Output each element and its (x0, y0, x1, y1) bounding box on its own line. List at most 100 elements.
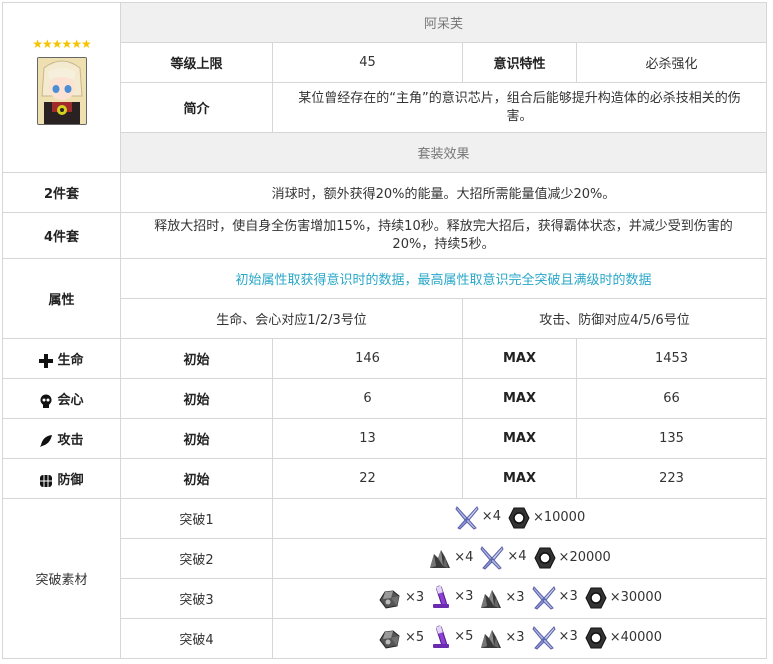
material-quantity: ×4 (454, 550, 474, 565)
init-value: 22 (272, 458, 463, 499)
plus-icon (39, 353, 54, 368)
material-quantity: ×5 (454, 629, 474, 644)
material-quantity: ×40000 (609, 630, 662, 645)
material-item: ×4 (428, 546, 473, 570)
max-value: 135 (575, 418, 768, 459)
material-quantity: ×20000 (558, 550, 611, 565)
level-cap-label: 等级上限 (120, 42, 273, 83)
init-label: 初始 (120, 458, 273, 499)
hex-nut-icon (584, 626, 608, 650)
gear-cluster-icon (377, 586, 403, 610)
attr-row-crit: 会心 初始 6 MAX 66 (2, 378, 768, 419)
attr-name: 会心 (57, 393, 84, 408)
max-label: MAX (462, 378, 577, 419)
attr-name: 防御 (57, 473, 84, 488)
material-item: ×3 (531, 584, 578, 610)
attr-name-cell: 攻击 (2, 418, 121, 459)
two-piece-label: 2件套 (2, 172, 121, 213)
hex-nut-icon (533, 546, 557, 570)
max-value: 1453 (575, 338, 768, 379)
vial-icon (430, 624, 452, 650)
material-quantity: ×3 (405, 590, 425, 605)
material-item: ×20000 (533, 546, 611, 570)
max-label: MAX (462, 338, 577, 379)
set-effect-title: 套装效果 (119, 132, 768, 173)
ore-icon (479, 586, 503, 610)
portrait-cell: ★★★★★★ (2, 2, 121, 173)
shield-block-icon (40, 474, 53, 487)
trait-value: 必杀强化 (575, 42, 768, 83)
memory-name: 阿呆芙 (119, 2, 768, 43)
skull-icon (40, 394, 52, 408)
material-item: ×3 (531, 624, 578, 650)
material-item: ×4 (479, 544, 527, 570)
stage-materials: ×5 ×5 ×3 ×3 ×40000 (271, 618, 768, 659)
tweezers-icon (531, 584, 557, 610)
attr-name-cell: 会心 (2, 378, 121, 419)
material-quantity: ×3 (454, 589, 474, 604)
level-cap-value: 45 (272, 42, 463, 83)
material-quantity: ×3 (558, 629, 578, 644)
max-value: 66 (575, 378, 768, 419)
attributes-note: 初始属性取获得意识时的数据，最高属性取意识完全突破且满级时的数据 (119, 258, 768, 299)
stage-name: 突破3 (120, 578, 273, 619)
init-value: 146 (272, 338, 463, 379)
attributes-label: 属性 (2, 258, 121, 339)
left-positions: 生命、会心对应1/2/3号位 (120, 298, 463, 339)
rarity-stars: ★★★★★★ (32, 37, 92, 51)
max-label: MAX (462, 418, 577, 459)
hex-nut-icon (584, 586, 608, 610)
tweezers-icon (454, 504, 480, 530)
attr-name-cell: 生命 (2, 338, 121, 379)
attr-row-atk: 攻击 初始 13 MAX 135 (2, 418, 768, 459)
material-quantity: ×5 (405, 630, 425, 645)
init-label: 初始 (120, 338, 273, 379)
gear-cluster-icon (377, 626, 403, 650)
material-item: ×4 (454, 504, 501, 530)
material-item: ×3 (430, 584, 473, 610)
attr-name: 生命 (57, 353, 84, 368)
four-piece-label: 4件套 (2, 212, 121, 259)
tweezers-icon (531, 624, 557, 650)
max-value: 223 (575, 458, 768, 499)
intro-label: 简介 (120, 82, 273, 133)
breakthrough-label: 突破素材 (2, 498, 121, 659)
ore-icon (479, 626, 503, 650)
init-value: 6 (272, 378, 463, 419)
stage-name: 突破1 (120, 498, 273, 539)
right-positions: 攻击、防御对应4/5/6号位 (461, 298, 768, 339)
memory-info-table: ★★★★★★ 阿呆芙 等级上限 45 意识特性 必杀强化 简介 某位曾经存在的“… (2, 2, 768, 659)
tweezers-icon (479, 544, 505, 570)
feather-icon (40, 434, 53, 447)
stage-materials: ×4 ×10000 (271, 498, 768, 539)
material-item: ×30000 (584, 586, 662, 610)
vial-icon (430, 584, 452, 610)
attr-row-def: 防御 初始 22 MAX 223 (2, 458, 768, 499)
two-piece-text: 消球时，额外获得20%的能量。大招所需能量值减少20%。 (119, 172, 768, 213)
material-quantity: ×10000 (532, 510, 586, 525)
material-quantity: ×3 (558, 589, 578, 604)
attr-name: 攻击 (57, 433, 84, 448)
ore-icon (428, 546, 452, 570)
material-item: ×5 (377, 626, 424, 650)
material-quantity: ×3 (505, 630, 525, 645)
intro-text: 某位曾经存在的“主角”的意识芯片，组合后能够提升构造体的必杀技相关的伤害。 (271, 82, 768, 133)
init-label: 初始 (120, 378, 273, 419)
material-item: ×40000 (584, 626, 662, 650)
material-item: ×3 (479, 626, 525, 650)
material-item: ×5 (430, 624, 473, 650)
material-item: ×10000 (507, 506, 585, 530)
stage-materials: ×4 ×4 ×20000 (271, 538, 768, 579)
stage-name: 突破4 (120, 618, 273, 659)
init-value: 13 (272, 418, 463, 459)
material-item: ×3 (479, 586, 525, 610)
trait-label: 意识特性 (462, 42, 577, 83)
character-avatar (36, 57, 87, 125)
material-quantity: ×3 (505, 590, 525, 605)
material-quantity: ×30000 (609, 590, 662, 605)
stage-materials: ×3 ×3 ×3 ×3 ×30000 (271, 578, 768, 619)
attr-name-cell: 防御 (2, 458, 121, 499)
max-label: MAX (462, 458, 577, 499)
init-label: 初始 (120, 418, 273, 459)
hex-nut-icon (507, 506, 531, 530)
